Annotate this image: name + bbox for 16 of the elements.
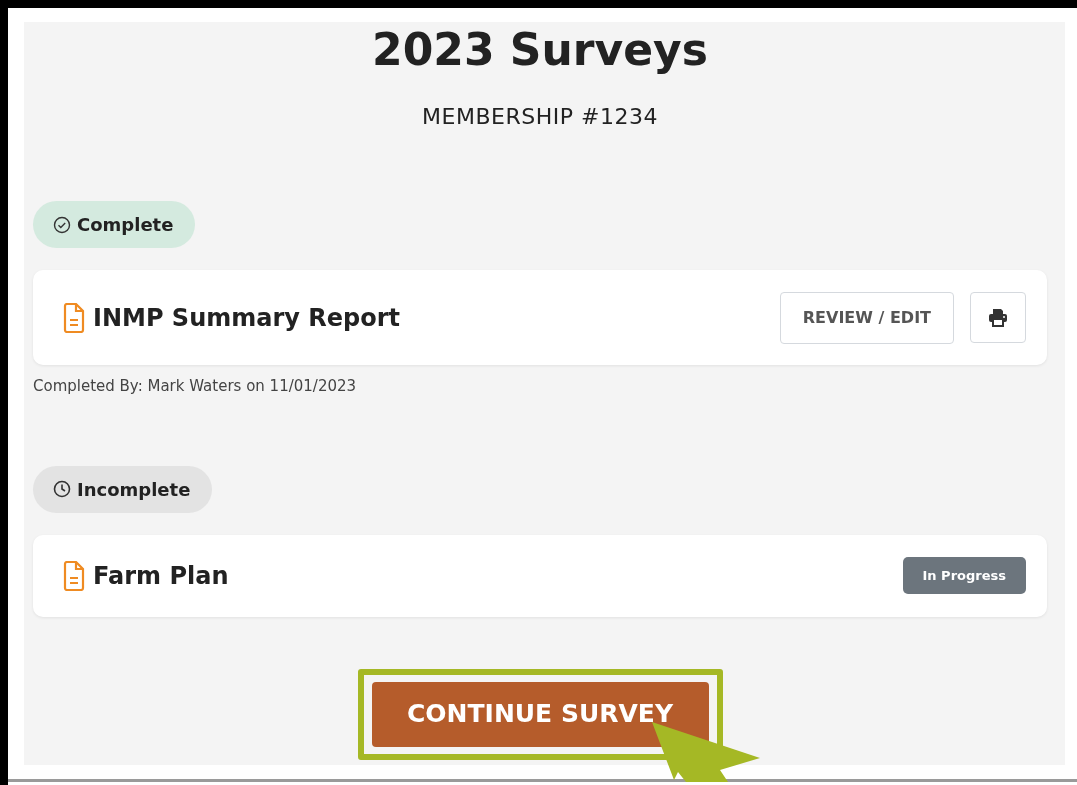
document-icon — [63, 302, 85, 333]
survey-name: Farm Plan — [93, 560, 229, 592]
status-label: Complete — [77, 213, 174, 237]
survey-name: INMP Summary Report — [93, 302, 400, 334]
check-circle-icon — [53, 215, 71, 234]
review-edit-button[interactable]: REVIEW / EDIT — [779, 291, 954, 344]
membership-number: MEMBERSHIP #1234 — [421, 103, 659, 131]
printer-icon — [988, 308, 1008, 327]
status-badge: In Progress — [902, 556, 1026, 595]
completion-note: Completed By: Mark Waters on 11/01/2023 — [33, 376, 358, 397]
print-button[interactable] — [970, 292, 1026, 343]
clock-icon — [53, 480, 71, 498]
document-icon — [63, 560, 85, 591]
status-label: Incomplete — [77, 477, 191, 502]
continue-survey-button[interactable]: CONTINUE SURVEY — [371, 681, 709, 747]
page-title: 2023 Surveys — [371, 28, 709, 72]
